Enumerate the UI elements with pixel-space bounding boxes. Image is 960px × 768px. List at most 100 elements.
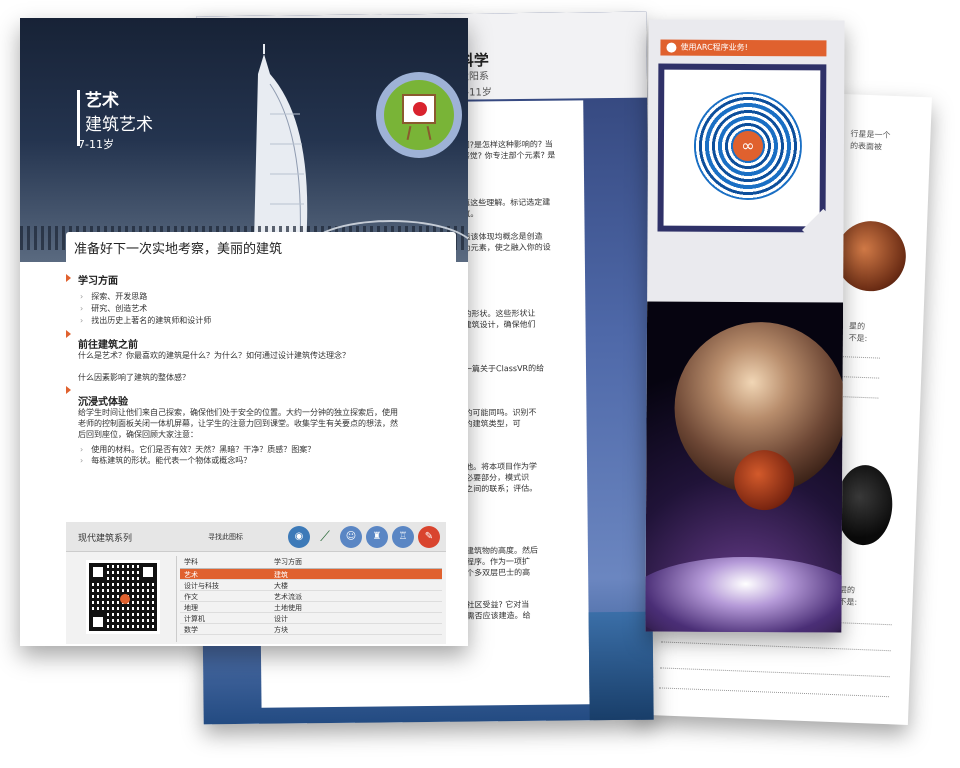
table-header-cell: 学科 [184,558,198,566]
frame-corner-cut [802,208,845,252]
table-row: 地理 土地使用 [180,602,442,613]
lighthouse-icon[interactable]: ♜ [366,526,388,548]
qr-center-dot [120,594,130,604]
worksheet-text: 星的 [848,321,866,332]
section-arrow-icon [66,330,71,338]
sheet-text: 为元素，使之融入你的设 [462,242,551,253]
sheet-text: 感觉? 你专注部个元素? 是 [461,150,556,161]
microscope-icon[interactable]: ⟋ [314,526,336,548]
qr-corner [139,563,157,581]
sheet-text: 个多双层巴士的高 [466,567,531,578]
canvas [402,94,436,124]
art-badge [376,72,462,158]
worksheet-text: 不是: [848,333,868,344]
sheet-text: 建筑设计，确保他们 [463,319,536,330]
table-row: 计算机 设计 [180,613,442,624]
table-cell: 设计 [274,615,288,623]
mars-planet-image [834,219,908,293]
table-cell: 建筑 [274,571,288,579]
pie-icon [666,42,677,53]
sheet-text: 适该体现均概念是创造 [462,231,543,242]
qr-corner [89,563,107,581]
paragraph: 后回到座位，确保回顾大家注意： [78,430,198,439]
space-sheet: 使用ARC程序业务! ∞ [645,19,845,633]
art-sheet: 艺术 建筑艺术 7-11岁 准备好下一次实地考察，美丽的建筑 学习方面 探索、开… [20,18,468,646]
series-label: 现代建筑系列 [78,534,133,544]
table-cell: 计算机 [184,615,205,623]
worksheet-text: 的表面被 [849,141,883,152]
space-image [645,301,845,633]
sheet-text: 真这些理解。标记选定建 [462,197,551,208]
brochure-collage: 行星是一个 的表面被 星的 不是: 层的 不是: 科学 太阳系 7-11岁 们?… [0,0,960,768]
list-item: 使用的材料。它们是否有效？天然？黑暗？干净？质感？图案？ [80,444,315,455]
list-item: 探索、开发思路 [80,291,147,302]
age-range: 7-11岁 [78,138,114,151]
footer-header: 现代建筑系列 寻找此图标 ◉ ⟋ ☺ ♜ ♖ ✎ [66,522,446,552]
table-row: 艺术 建筑 [180,569,442,580]
sheet-text: 的形状。这些形状让 [463,308,536,319]
heading-box: 准备好下一次实地考察，美丽的建筑 [66,232,456,262]
qr-corner [89,613,107,631]
hero-image: 艺术 建筑艺术 7-11岁 [20,18,468,262]
list-item: 研究、创造艺术 [80,303,147,314]
paragraph: 什么是艺术？你最喜欢的建筑是什么？为什么？如何通过设计建筑传达理念？ [78,351,350,360]
table-cell: 艺术流派 [274,593,302,601]
list-item: 每栋建筑的形状。能代表一个物体或概念吗？ [80,455,251,466]
burj-al-arab-tower [254,44,308,244]
paragraph: 什么因素影响了建筑的整体感？ [78,373,190,382]
sheet-text: 一篇关于ClassVR的给 [463,363,545,374]
sheet-text: 之间的联系；评估。 [465,483,538,494]
sheet-text: 必要部分，模式识 [465,472,530,483]
sheet-text: 社区受益? 它对当 [466,599,530,610]
find-icon-label: 寻找此图标 [208,533,243,541]
arc-logo-frame: ∞ [657,63,845,252]
table-cell: 艺术 [184,571,198,579]
easel-small-icon[interactable]: ✎ [418,526,440,548]
speaker-icon[interactable]: ◉ [288,526,310,548]
sheet-text: 的可能同吗。识别不 [464,407,537,418]
answer-line [660,641,891,652]
sea-image [588,611,654,723]
paragraph: 老师的控制面板关闭一体机屏幕，让学生的注意力回到课堂。收集学生有关要点的想法，然 [78,419,398,428]
section-arrow-icon [66,274,71,282]
easel-icon [384,80,454,150]
sheet-text: 他。将本项目作为学 [464,461,538,472]
section-title: 学习方面 [78,276,118,287]
table-cell: 方块 [274,626,288,634]
sheet-text: 建筑物的高度。然后 [465,545,538,556]
sheet-text: 需否应该建造。给 [466,610,531,621]
topic-title: 建筑艺术 [85,115,153,135]
table-cell: 大楼 [274,582,288,590]
easel-leg [426,125,432,141]
table-cell: 设计与科技 [184,582,219,590]
footer-panel: 现代建筑系列 寻找此图标 ◉ ⟋ ☺ ♜ ♖ ✎ 学科 学习方面 艺术 建筑 设… [66,522,446,644]
table-cell: 土地使用 [274,604,302,612]
planet-horizon-glow [645,556,845,633]
answer-line [659,687,889,698]
dark-planet-image [834,464,894,547]
section-title: 沉浸式体验 [78,397,128,408]
table-divider [176,556,177,642]
sheet-text: 的建筑类型，可 [464,419,521,429]
table-row: 数学 方块 [180,624,442,635]
astronaut-icon[interactable]: ☺ [340,526,362,548]
section-arrow-icon [66,386,71,394]
list-item: 找出历史上著名的建筑师和设计师 [80,315,211,326]
flower-icon [413,102,427,116]
answer-line [659,667,890,678]
page-heading: 准备好下一次实地考察，美丽的建筑 [74,242,283,257]
qr-code[interactable] [86,560,160,634]
table-row: 设计与科技 大楼 [180,580,442,591]
table-cell: 地理 [184,604,198,612]
subject-title: 艺术 [85,91,119,111]
easel-leg [406,125,412,141]
table-row: 作文 艺术流派 [180,591,442,602]
infinity-icon: ∞ [732,130,764,162]
monument-icon[interactable]: ♖ [392,526,414,548]
table-cell: 数学 [184,626,198,634]
paragraph: 给学生时间让他们来自己探索，确保他们处于安全的位置。大约一分钟的独立探索后，使用 [78,408,398,417]
table-cell: 作文 [184,593,198,601]
sheet-text: 程序。作为一项扩 [465,556,531,567]
table-header-cell: 学习方面 [274,558,302,566]
table-header-row: 学科 学习方面 [180,556,442,569]
